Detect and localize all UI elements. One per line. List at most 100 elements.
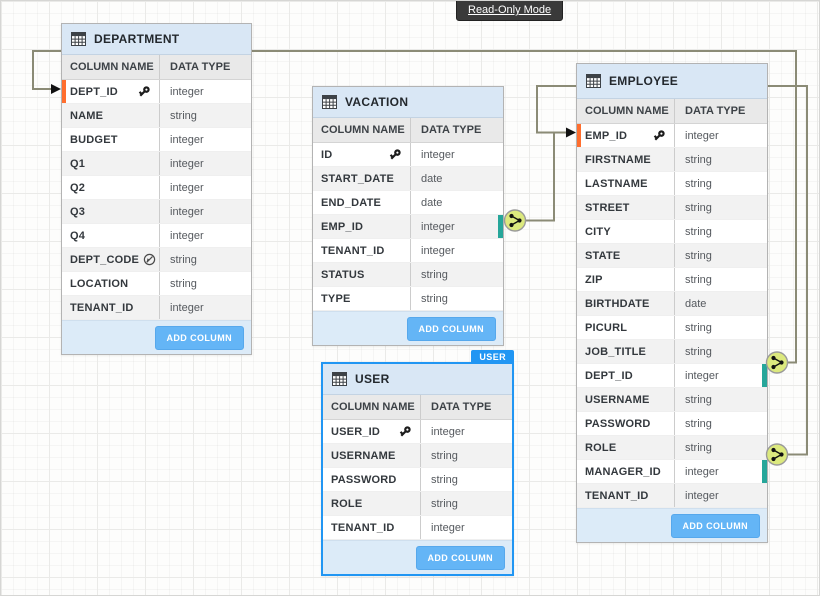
data-type-cell: integer	[411, 239, 503, 262]
column-name-cell: BIRTHDATE	[577, 292, 675, 315]
column-row-department-q1[interactable]: Q1integer	[62, 152, 251, 176]
data-type-cell: integer	[160, 80, 251, 103]
column-row-department-q3[interactable]: Q3integer	[62, 200, 251, 224]
column-row-employee-firstname[interactable]: FIRSTNAMEstring	[577, 148, 767, 172]
column-name-cell: NAME	[62, 104, 160, 127]
column-row-vacation-tenant_id[interactable]: TENANT_IDinteger	[313, 239, 503, 263]
column-row-department-q2[interactable]: Q2integer	[62, 176, 251, 200]
column-row-vacation-start_date[interactable]: START_DATEdate	[313, 167, 503, 191]
column-row-user-tenant_id[interactable]: TENANT_IDinteger	[323, 516, 512, 540]
foreign-key-marker-bar	[762, 460, 767, 483]
column-name-label: DEPT_CODE	[70, 254, 139, 266]
column-name-cell: TENANT_ID	[313, 239, 411, 262]
column-row-user-user_id[interactable]: USER_IDinteger	[323, 420, 512, 444]
column-name-label: DEPT_ID	[70, 86, 118, 98]
column-row-employee-role[interactable]: ROLEstring	[577, 436, 767, 460]
table-header-user[interactable]: USER	[323, 364, 512, 395]
column-row-vacation-type[interactable]: TYPEstring	[313, 287, 503, 311]
column-row-employee-city[interactable]: CITYstring	[577, 220, 767, 244]
column-row-employee-username[interactable]: USERNAMEstring	[577, 388, 767, 412]
add-column-button[interactable]: ADD COLUMN	[407, 317, 497, 341]
table-header-employee[interactable]: EMPLOYEE	[577, 64, 767, 99]
diagram-canvas[interactable]: DEPARTMENTCOLUMN NAMEDATA TYPEDEPT_IDint…	[0, 0, 820, 596]
primary-key-icon	[399, 425, 412, 438]
column-name-label: Q3	[70, 206, 85, 218]
column-row-user-password[interactable]: PASSWORDstring	[323, 468, 512, 492]
read-only-mode-label: Read-Only Mode	[468, 4, 551, 16]
column-name-header: COLUMN NAME	[313, 118, 411, 142]
data-type-cell: integer	[675, 460, 767, 483]
data-type-cell: string	[411, 287, 503, 310]
data-type-cell: string	[675, 196, 767, 219]
column-name-cell: EMP_ID	[313, 215, 411, 238]
table-employee[interactable]: EMPLOYEECOLUMN NAMEDATA TYPEEMP_IDintege…	[576, 63, 768, 543]
column-row-department-q4[interactable]: Q4integer	[62, 224, 251, 248]
column-row-user-username[interactable]: USERNAMEstring	[323, 444, 512, 468]
column-row-employee-street[interactable]: STREETstring	[577, 196, 767, 220]
data-type-cell: string	[160, 104, 251, 127]
table-footer: ADD COLUMN	[313, 311, 503, 345]
column-row-employee-picurl[interactable]: PICURLstring	[577, 316, 767, 340]
table-grid-icon	[71, 32, 86, 46]
column-row-department-dept_code[interactable]: DEPT_CODEstring	[62, 248, 251, 272]
column-name-cell: EMP_ID	[577, 124, 675, 147]
column-name-label: DEPT_ID	[585, 370, 633, 382]
column-name-label: STATUS	[321, 269, 365, 281]
column-name-cell: ROLE	[577, 436, 675, 459]
column-row-vacation-id[interactable]: IDinteger	[313, 143, 503, 167]
selection-tag-user: USER	[471, 350, 514, 364]
column-name-cell: LASTNAME	[577, 172, 675, 195]
connector-vacation-empid[interactable]	[505, 210, 526, 231]
column-row-employee-birthdate[interactable]: BIRTHDATEdate	[577, 292, 767, 316]
column-name-cell: USERNAME	[577, 388, 675, 411]
column-row-employee-lastname[interactable]: LASTNAMEstring	[577, 172, 767, 196]
column-row-vacation-emp_id[interactable]: EMP_IDinteger	[313, 215, 503, 239]
column-row-employee-password[interactable]: PASSWORDstring	[577, 412, 767, 436]
foreign-key-marker-bar	[498, 215, 503, 238]
column-row-user-role[interactable]: ROLEstring	[323, 492, 512, 516]
column-row-vacation-end_date[interactable]: END_DATEdate	[313, 191, 503, 215]
connector-employee-deptid[interactable]	[767, 352, 788, 373]
table-vacation[interactable]: VACATIONCOLUMN NAMEDATA TYPEIDintegerSTA…	[312, 86, 504, 346]
column-name-label: TENANT_ID	[585, 490, 649, 502]
table-footer: ADD COLUMN	[62, 320, 251, 354]
data-type-cell: date	[411, 191, 503, 214]
table-header-department[interactable]: DEPARTMENT	[62, 24, 251, 55]
column-row-employee-manager_id[interactable]: MANAGER_IDinteger	[577, 460, 767, 484]
column-row-vacation-status[interactable]: STATUSstring	[313, 263, 503, 287]
column-row-employee-job_title[interactable]: JOB_TITLEstring	[577, 340, 767, 364]
connector-employee-managerid[interactable]	[767, 444, 788, 465]
table-title: EMPLOYEE	[609, 74, 678, 88]
column-row-employee-zip[interactable]: ZIPstring	[577, 268, 767, 292]
add-column-button[interactable]: ADD COLUMN	[155, 326, 245, 350]
column-row-employee-tenant_id[interactable]: TENANT_IDinteger	[577, 484, 767, 508]
column-name-cell: TENANT_ID	[577, 484, 675, 507]
column-row-department-name[interactable]: NAME string	[62, 104, 251, 128]
column-row-department-dept_id[interactable]: DEPT_ID integer	[62, 80, 251, 104]
column-name-header: COLUMN NAME	[62, 55, 160, 79]
column-name-cell: PASSWORD	[577, 412, 675, 435]
add-column-button[interactable]: ADD COLUMN	[416, 546, 506, 570]
column-row-employee-state[interactable]: STATEstring	[577, 244, 767, 268]
column-row-employee-emp_id[interactable]: EMP_IDinteger	[577, 124, 767, 148]
column-row-department-location[interactable]: LOCATIONstring	[62, 272, 251, 296]
table-user[interactable]: USERUSERCOLUMN NAMEDATA TYPEUSER_IDinteg…	[321, 362, 514, 576]
column-name-label: JOB_TITLE	[585, 346, 646, 358]
column-name-cell: USERNAME	[323, 444, 421, 467]
table-department[interactable]: DEPARTMENTCOLUMN NAMEDATA TYPEDEPT_IDint…	[61, 23, 252, 355]
column-row-employee-dept_id[interactable]: DEPT_IDinteger	[577, 364, 767, 388]
column-name-label: NAME	[70, 110, 103, 122]
column-row-department-tenant_id[interactable]: TENANT_IDinteger	[62, 296, 251, 320]
table-footer: ADD COLUMN	[577, 508, 767, 542]
column-name-cell: STATE	[577, 244, 675, 267]
column-header-row: COLUMN NAMEDATA TYPE	[313, 118, 503, 143]
table-header-vacation[interactable]: VACATION	[313, 87, 503, 118]
column-name-cell: PICURL	[577, 316, 675, 339]
data-type-cell: integer	[160, 128, 251, 151]
data-type-cell: string	[421, 468, 512, 491]
data-type-cell: date	[675, 292, 767, 315]
add-column-button[interactable]: ADD COLUMN	[671, 514, 761, 538]
data-type-cell: string	[675, 316, 767, 339]
data-type-cell: integer	[160, 176, 251, 199]
column-row-department-budget[interactable]: BUDGETinteger	[62, 128, 251, 152]
